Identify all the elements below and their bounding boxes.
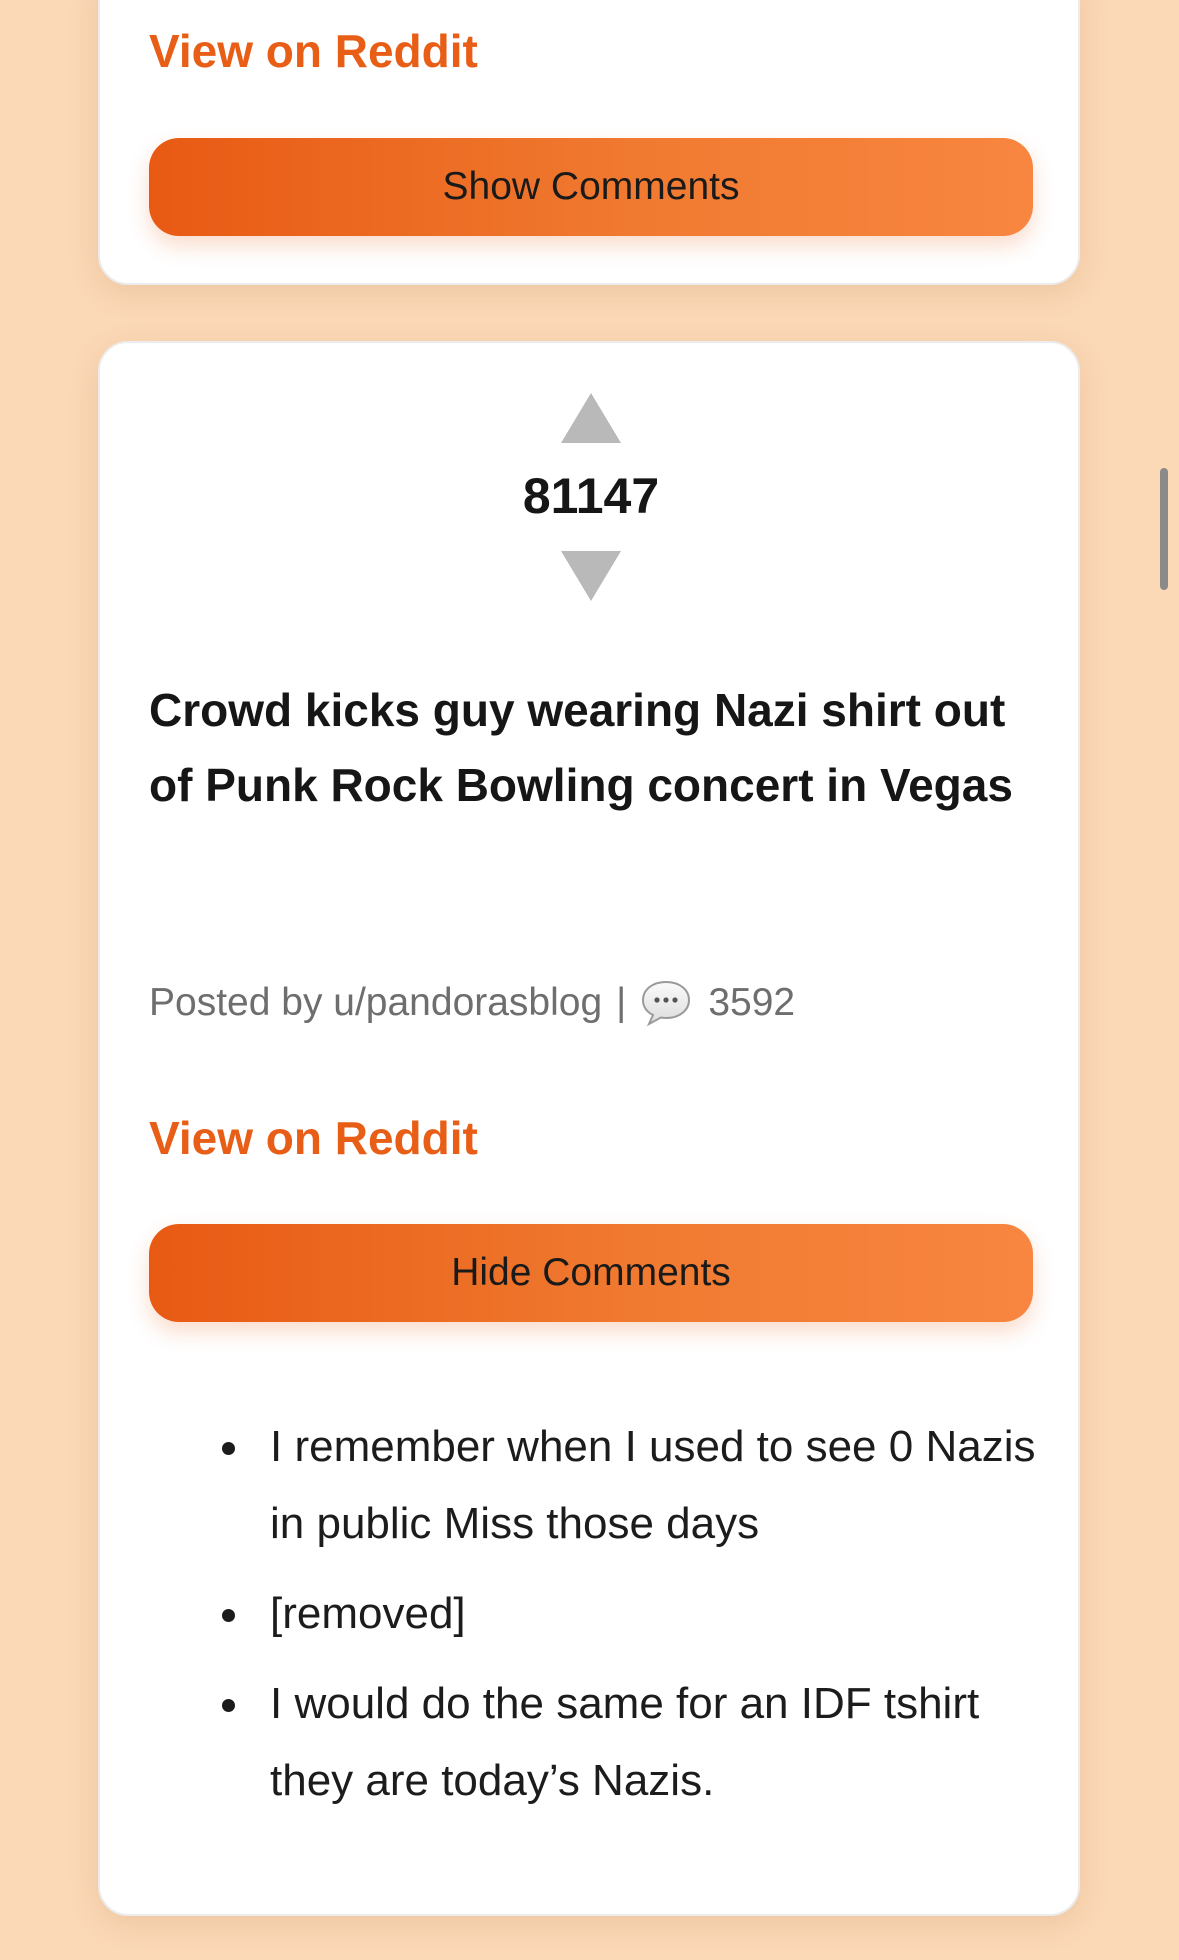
downvote-arrow-icon[interactable]	[561, 551, 621, 601]
meta-separator: |	[616, 981, 627, 1024]
post-title: Crowd kicks guy wearing Nazi shirt out o…	[149, 684, 1013, 811]
speech-bubble-icon	[642, 980, 691, 1027]
previous-post-card: View on Reddit Show Comments	[98, 0, 1080, 285]
posted-by-text: Posted by u/pandorasblog	[149, 981, 603, 1024]
vote-score: 81147	[522, 468, 660, 524]
bullet	[222, 1609, 235, 1622]
bullet	[222, 1699, 235, 1712]
bullet	[222, 1442, 235, 1455]
comment-item: [removed]	[222, 1575, 1050, 1652]
hide-comments-button[interactable]: Hide Comments	[149, 1224, 1033, 1322]
comments-list: I remember when I used to see 0 Nazis in…	[222, 1408, 1050, 1832]
post-card: 81147 Crowd kicks guy wearing Nazi shirt…	[98, 341, 1080, 1916]
upvote-arrow-icon[interactable]	[561, 393, 621, 443]
comment-item: I would do the same for an IDF tshirt th…	[222, 1665, 1050, 1819]
comment-text: I would do the same for an IDF tshirt th…	[270, 1679, 980, 1805]
post-meta: Posted by u/pandorasblog | 3592	[149, 979, 795, 1027]
view-on-reddit-link[interactable]: View on Reddit	[149, 1111, 478, 1165]
comment-text: I remember when I used to see 0 Nazis in…	[270, 1422, 1036, 1548]
scrollbar[interactable]	[1160, 468, 1168, 590]
comment-text: [removed]	[270, 1589, 466, 1638]
comment-item: I remember when I used to see 0 Nazis in…	[222, 1408, 1050, 1562]
comment-count: 3592	[708, 981, 796, 1024]
view-on-reddit-link[interactable]: View on Reddit	[149, 24, 478, 78]
show-comments-button[interactable]: Show Comments	[149, 138, 1033, 236]
